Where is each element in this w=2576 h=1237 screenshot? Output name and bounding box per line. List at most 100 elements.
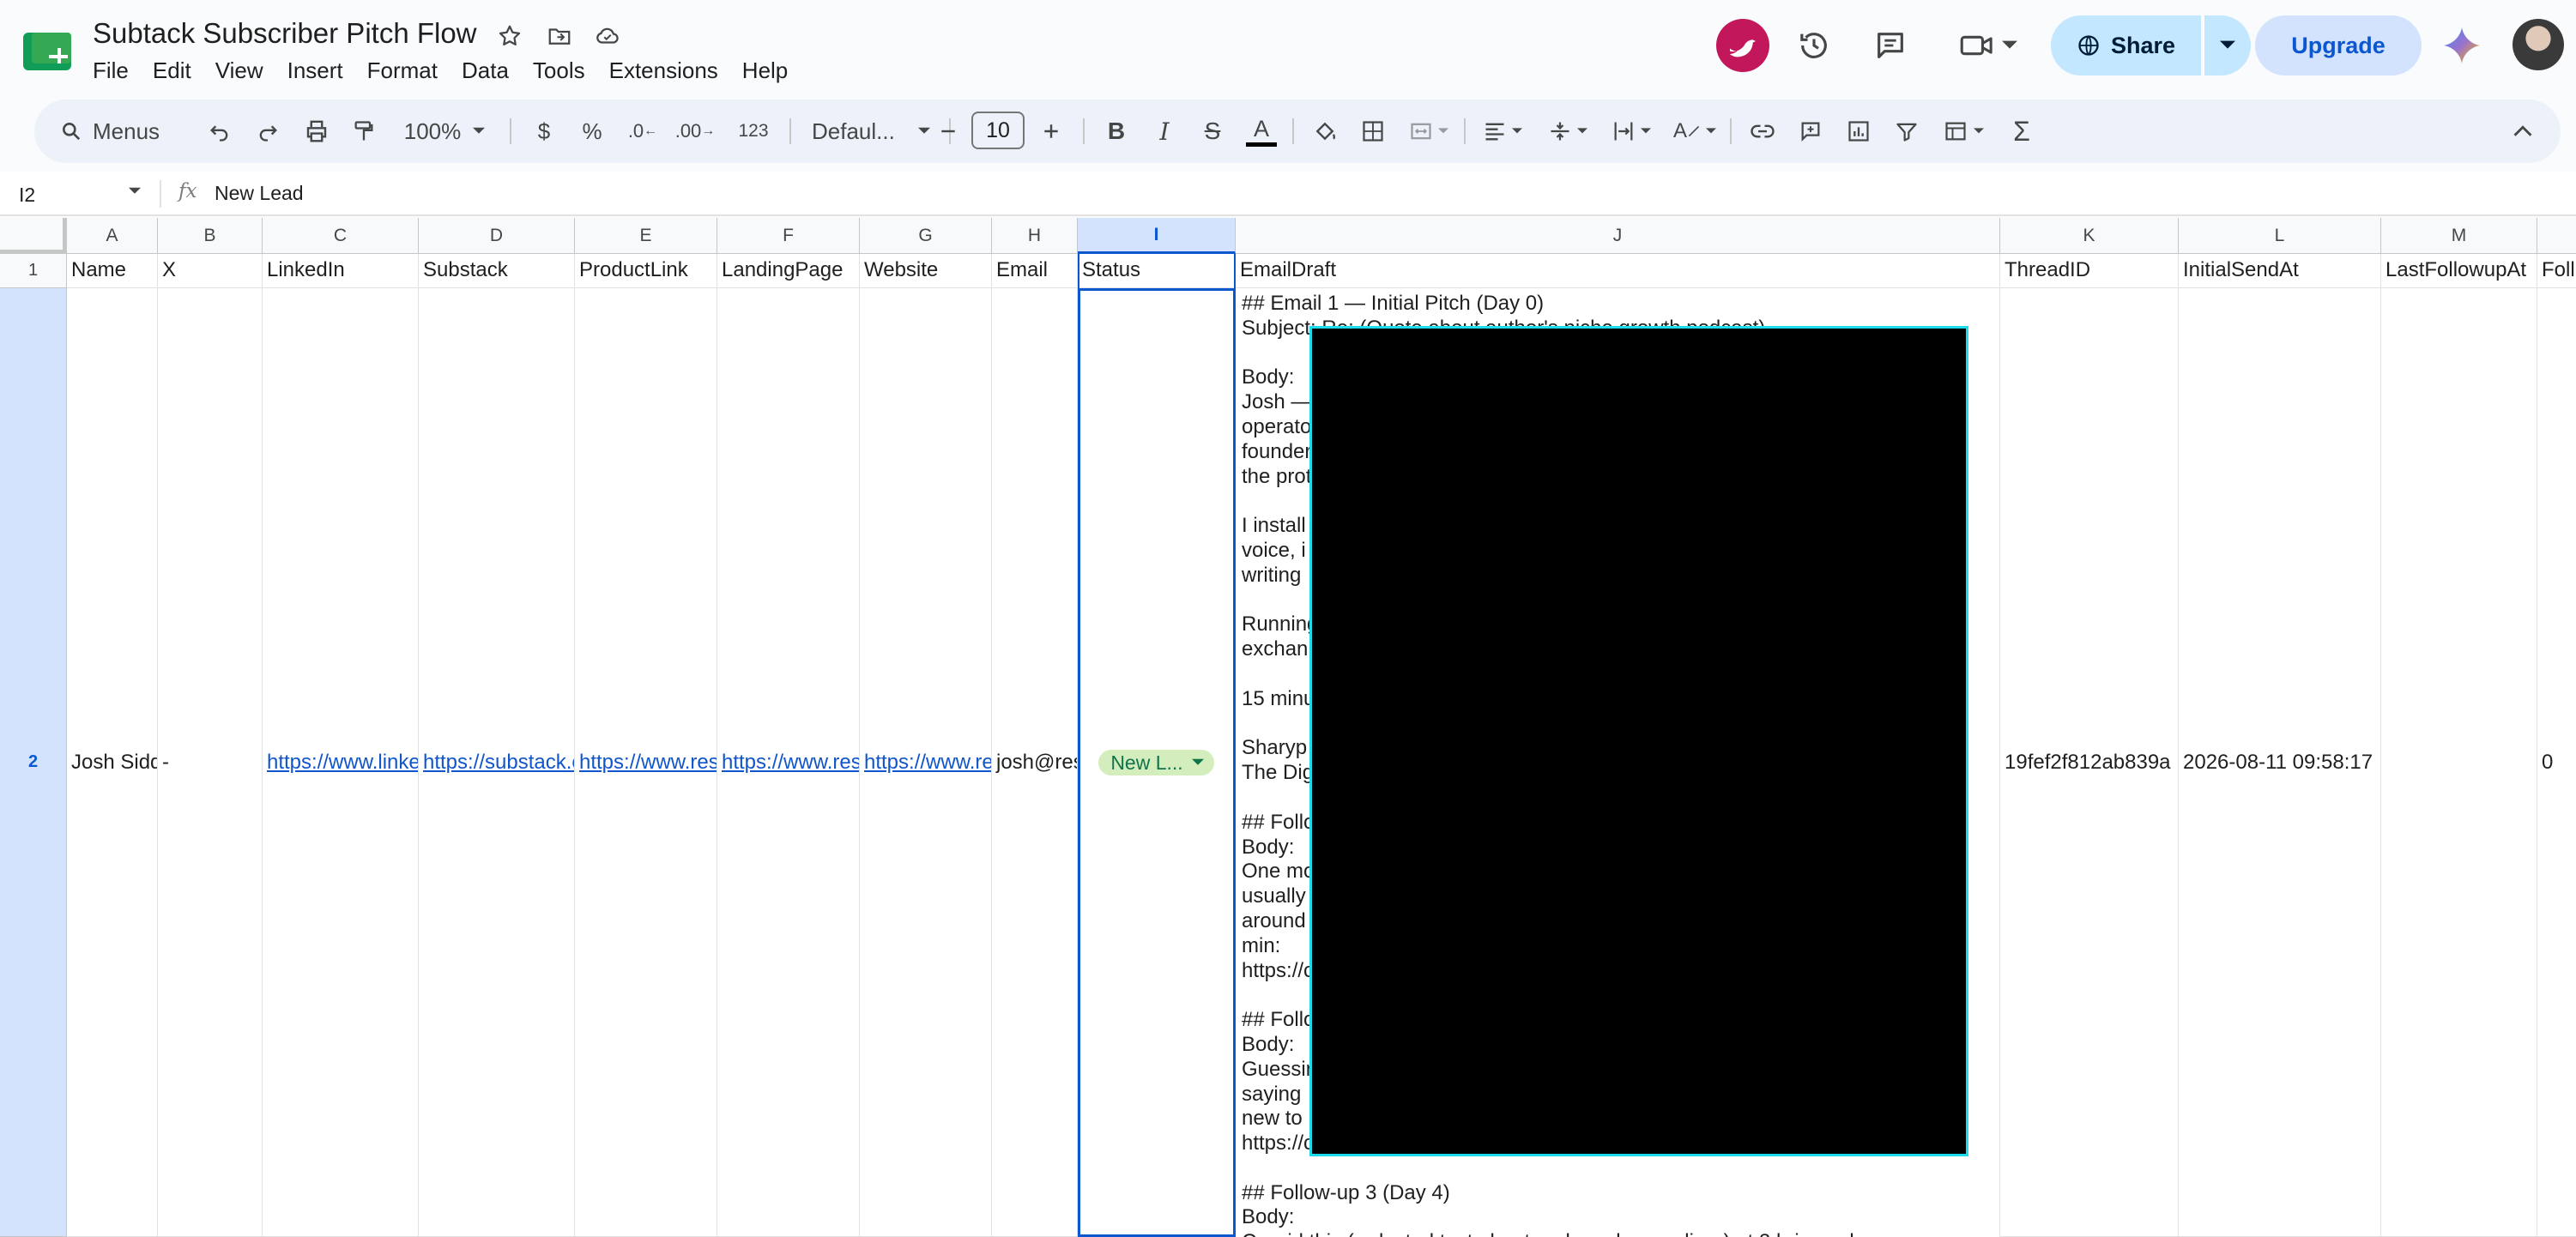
gemini-sparkle-icon[interactable]	[2442, 26, 2482, 65]
select-all-corner[interactable]	[0, 218, 67, 254]
comments-icon[interactable]	[1860, 15, 1920, 75]
print-icon[interactable]	[293, 100, 340, 163]
cell-followup-count[interactable]: 0	[2537, 288, 2576, 1237]
menu-tools[interactable]: Tools	[521, 53, 597, 87]
header-cell-email[interactable]: Email	[992, 254, 1078, 288]
header-cell-lastfollowupat[interactable]: LastFollowupAt	[2381, 254, 2537, 288]
strikethrough-icon[interactable]: S	[1191, 100, 1234, 163]
header-cell-productlink[interactable]: ProductLink	[575, 254, 717, 288]
column-header-h[interactable]: H	[992, 218, 1078, 254]
horizontal-align-icon[interactable]	[1472, 100, 1533, 163]
extension-bird-icon[interactable]	[1716, 19, 1769, 72]
cell-status[interactable]: New L...	[1078, 288, 1236, 1237]
font-size-decrease-icon[interactable]	[927, 100, 970, 163]
version-history-icon[interactable]	[1784, 15, 1844, 75]
menu-insert[interactable]: Insert	[275, 53, 355, 87]
name-box-dropdown-icon[interactable]	[129, 187, 141, 196]
cell-website-link[interactable]: https://www.res	[860, 288, 992, 1237]
column-header-b[interactable]: B	[158, 218, 263, 254]
status-dropdown-icon[interactable]	[1191, 758, 1204, 767]
column-header-e[interactable]: E	[575, 218, 717, 254]
text-rotation-icon[interactable]: A	[1665, 100, 1725, 163]
decrease-decimal-button[interactable]: .0 ←	[620, 100, 666, 163]
menu-help[interactable]: Help	[730, 53, 800, 87]
cell-landingpage-link[interactable]: https://www.res	[717, 288, 860, 1237]
insert-chart-icon[interactable]	[1836, 100, 1881, 163]
sheets-logo-icon[interactable]	[23, 29, 75, 72]
cell-productlink-link[interactable]: https://www.res	[575, 288, 717, 1237]
header-cell-emaildraft[interactable]: EmailDraft	[1236, 254, 2000, 288]
zoom-select[interactable]: 100%	[393, 100, 496, 163]
column-header-g[interactable]: G	[860, 218, 992, 254]
cell-substack-link[interactable]: https://substack.com/	[419, 288, 575, 1237]
italic-icon[interactable]: I	[1143, 100, 1186, 163]
more-formats-button[interactable]: 123	[728, 100, 779, 163]
share-dropdown-icon[interactable]	[2204, 15, 2252, 75]
column-header-k[interactable]: K	[2000, 218, 2179, 254]
currency-format-button[interactable]: $	[523, 100, 565, 163]
cell-initial-send-at[interactable]: 2026-08-11 09:58:17	[2179, 288, 2381, 1237]
column-header-i[interactable]: I	[1078, 218, 1236, 254]
menu-data[interactable]: Data	[450, 53, 521, 87]
insert-comment-icon[interactable]	[1788, 100, 1833, 163]
text-color-icon[interactable]: A	[1239, 100, 1284, 163]
font-size-increase-icon[interactable]	[1030, 100, 1073, 163]
column-header-c[interactable]: C	[263, 218, 419, 254]
column-header-m[interactable]: M	[2381, 218, 2537, 254]
menu-extensions[interactable]: Extensions	[597, 53, 730, 87]
collapse-toolbar-icon[interactable]	[2500, 100, 2545, 163]
cell-email[interactable]: josh@res	[992, 288, 1078, 1237]
share-button[interactable]: Share	[2051, 15, 2202, 75]
menu-edit[interactable]: Edit	[141, 53, 203, 87]
document-title[interactable]: Subtack Subscriber Pitch Flow	[93, 17, 477, 50]
filter-icon[interactable]	[1884, 100, 1929, 163]
menu-format[interactable]: Format	[355, 53, 450, 87]
redo-icon[interactable]	[245, 100, 290, 163]
cell-name[interactable]: Josh Sidd	[67, 288, 158, 1237]
column-header-a[interactable]: A	[67, 218, 158, 254]
undo-icon[interactable]	[197, 100, 242, 163]
merge-cells-icon[interactable]	[1399, 100, 1459, 163]
menu-view[interactable]: View	[203, 53, 275, 87]
cell-linkedin-link[interactable]: https://www.linkedin.com/	[263, 288, 419, 1237]
font-size-input[interactable]: 10	[971, 112, 1025, 149]
search-menus-button[interactable]: Menus	[45, 110, 190, 153]
vertical-align-icon[interactable]	[1538, 100, 1598, 163]
row-header-2[interactable]: 2	[0, 288, 67, 1237]
filter-views-icon[interactable]	[1932, 100, 1994, 163]
header-cell-threadid[interactable]: ThreadID	[2000, 254, 2179, 288]
status-chip[interactable]: New L...	[1098, 749, 1214, 775]
header-cell-x[interactable]: X	[158, 254, 263, 288]
column-header-l[interactable]: L	[2179, 218, 2381, 254]
move-folder-icon[interactable]	[542, 19, 577, 53]
fill-color-icon[interactable]	[1303, 100, 1347, 163]
cell-thread-id[interactable]: 19fef2f812ab839a	[2000, 288, 2179, 1237]
insert-link-icon[interactable]	[1740, 100, 1785, 163]
cloud-status-icon[interactable]	[590, 19, 625, 53]
header-cell-initialsendat[interactable]: InitialSendAt	[2179, 254, 2381, 288]
functions-icon[interactable]: Σ	[1999, 100, 2044, 163]
account-avatar[interactable]	[2513, 19, 2564, 70]
column-header-f[interactable]: F	[717, 218, 860, 254]
cell-last-followup-at[interactable]	[2381, 288, 2537, 1237]
bold-icon[interactable]: B	[1095, 100, 1138, 163]
header-cell-substack[interactable]: Substack	[419, 254, 575, 288]
column-header-j[interactable]: J	[1236, 218, 2000, 254]
font-family-select[interactable]: Defaul...	[800, 100, 942, 163]
header-cell-linkedin[interactable]: LinkedIn	[263, 254, 419, 288]
star-icon[interactable]	[493, 19, 527, 53]
header-cell-followup[interactable]: Foll	[2537, 254, 2576, 288]
column-header-n[interactable]	[2537, 218, 2576, 254]
row-header-1[interactable]: 1	[0, 254, 67, 288]
header-cell-landingpage[interactable]: LandingPage	[717, 254, 860, 288]
spreadsheet-grid[interactable]: A B C D E F G H I J K L M 1 2 Name X Lin…	[0, 218, 2576, 1237]
text-wrapping-icon[interactable]	[1601, 100, 1661, 163]
paint-format-icon[interactable]	[342, 100, 386, 163]
increase-decimal-button[interactable]: .00 →	[669, 100, 721, 163]
formula-input[interactable]: New Lead	[215, 182, 304, 205]
header-cell-name[interactable]: Name	[67, 254, 158, 288]
percent-format-button[interactable]: %	[571, 100, 613, 163]
cell-x[interactable]: -	[158, 288, 263, 1237]
upgrade-button[interactable]: Upgrade	[2255, 15, 2422, 75]
column-header-d[interactable]: D	[419, 218, 575, 254]
